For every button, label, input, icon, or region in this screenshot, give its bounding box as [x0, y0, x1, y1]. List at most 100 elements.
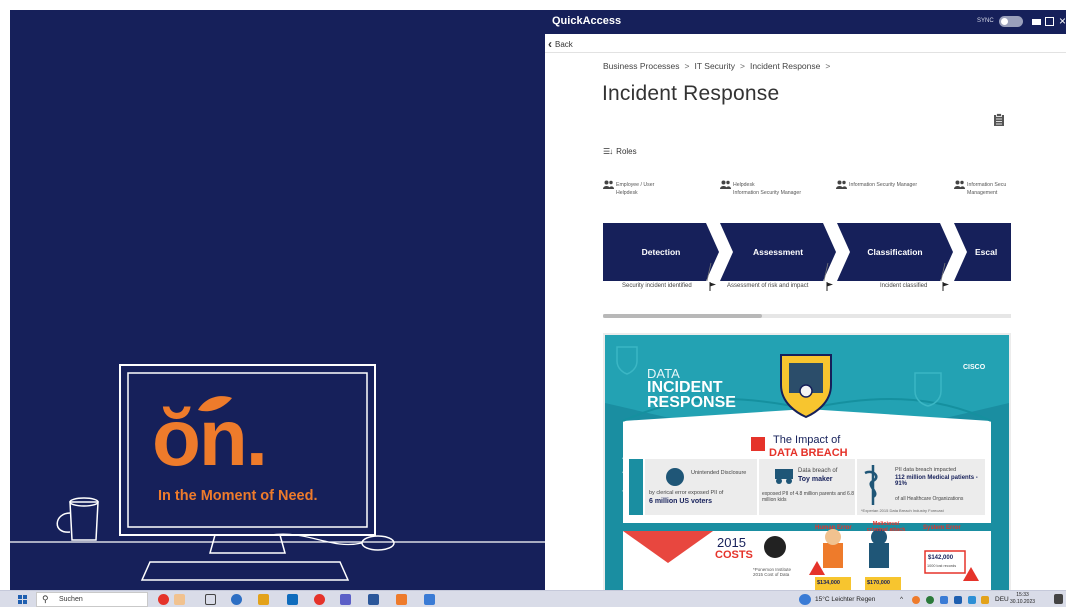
chevron-left-icon: ‹	[548, 37, 552, 51]
screen: ŏn. In the Moment of Need. QuickAccess S…	[0, 0, 1066, 607]
malicious-label: Malicious/ criminal attack	[866, 521, 906, 533]
breadcrumb: Business Processes > IT Security > Incident …	[603, 61, 835, 71]
breadcrumb-business-processes[interactable]: Business Processes	[603, 61, 680, 71]
search-placeholder: Suchen	[59, 596, 83, 603]
chevron-up-icon[interactable]: ^	[900, 596, 903, 603]
app-icon[interactable]	[174, 594, 185, 605]
people-icon	[603, 180, 614, 189]
maximize-button[interactable]	[1045, 17, 1054, 26]
stat3-body: of all Healthcare Organizations	[895, 496, 964, 502]
sync-label: SYNC	[977, 18, 994, 24]
cost-malicious: $170,000	[867, 580, 890, 586]
system-error-label: System Error	[923, 525, 961, 531]
breadcrumb-separator: >	[739, 61, 745, 71]
costs-source: *Ponemon Institute 2015 Cost of Data	[753, 567, 792, 577]
step-assessment[interactable]: Assessment	[738, 247, 818, 257]
clipboard-icon[interactable]	[993, 113, 1005, 127]
cisco-logo: CISCO	[963, 364, 986, 371]
role-line1: Helpdesk	[733, 182, 755, 188]
nav-bar: ‹ Back	[545, 34, 1066, 53]
tray-icon[interactable]	[926, 596, 934, 604]
human-error-label: Human Error	[815, 525, 852, 531]
page-title: Incident Response	[602, 82, 780, 105]
roles-heading-label: Roles	[616, 147, 637, 156]
network-icon[interactable]	[940, 596, 948, 604]
outlook-icon[interactable]	[287, 594, 298, 605]
step-detection[interactable]: Detection	[621, 247, 701, 257]
teams-icon[interactable]	[340, 594, 351, 605]
step-classification[interactable]: Classification	[855, 247, 935, 257]
cost-system-note: 1000 lost records	[927, 564, 957, 568]
breadcrumb-separator: >	[684, 61, 690, 71]
stat1-body: by clerical error exposed PII of	[649, 490, 724, 496]
stat3-title: PII data breach impacted	[895, 467, 957, 473]
edge-browser-icon[interactable]	[231, 594, 242, 605]
step-escalation[interactable]: Escal	[975, 247, 1011, 257]
clock-time: 15:33	[1016, 592, 1029, 598]
horizontal-scrollbar[interactable]	[603, 314, 1011, 318]
speaker-icon[interactable]	[954, 596, 962, 604]
minimize-button[interactable]	[1032, 19, 1041, 25]
costs-label: COSTS	[715, 549, 753, 561]
cloud-icon[interactable]	[968, 596, 976, 604]
task-view-icon[interactable]	[205, 594, 216, 605]
weather-icon[interactable]	[799, 594, 811, 605]
file-explorer-icon[interactable]	[258, 594, 269, 605]
event-label: Incident classified	[880, 283, 928, 289]
chrome-icon[interactable]	[314, 594, 325, 605]
impact-highlight: DATA BREACH	[769, 447, 848, 459]
on-logo-word: ŏn.	[152, 393, 268, 482]
flag-icon	[709, 282, 716, 291]
sort-list-icon: ☰↓	[603, 147, 613, 156]
role-line2: Information Security Manager	[733, 190, 802, 196]
costs-year: 2015	[717, 535, 746, 550]
incident-response-infographic: DATA INCIDENT RESPONSE CISCO The Impact …	[603, 333, 1011, 590]
app-icon[interactable]	[424, 594, 435, 605]
stat2-body: exposed PII of 4.8 million parents and 6…	[762, 491, 855, 503]
windows-start-icon[interactable]	[18, 595, 27, 604]
sync-toggle[interactable]	[999, 16, 1023, 27]
flag-icon	[826, 282, 833, 291]
window-title: QuickAccess	[552, 15, 622, 27]
event-label: Security incident identified	[622, 283, 692, 289]
weather-text[interactable]: 15°C Leichter Regen	[815, 596, 875, 603]
app-icon[interactable]	[158, 594, 169, 605]
system-clock[interactable]: 15:33 30.10.2023	[1010, 592, 1035, 606]
scrollbar-thumb[interactable]	[603, 314, 762, 318]
search-icon: ⚲	[42, 594, 49, 604]
people-icon	[720, 180, 731, 189]
taskbar-search[interactable]: ⚲ Suchen	[36, 592, 148, 607]
close-icon[interactable]: ×	[1059, 14, 1066, 28]
infographic-title-line3: RESPONSE	[647, 394, 736, 411]
back-button[interactable]: ‹ Back	[548, 37, 573, 51]
language-indicator[interactable]: DEU	[995, 596, 1009, 603]
taskbar: ⚲ Suchen 15°C Leichter Regen ^ DEU 15:33…	[0, 590, 1066, 607]
breadcrumb-separator: >	[825, 61, 831, 71]
event-label: Assessment of risk and impact	[727, 283, 809, 289]
clock-date: 30.10.2023	[1010, 599, 1036, 605]
tray-icon[interactable]	[912, 596, 920, 604]
desktop-wallpaper: ŏn. In the Moment of Need.	[10, 10, 550, 590]
stat2-highlight: Toy maker	[798, 476, 833, 483]
stat2-title: Data breach of	[798, 468, 838, 474]
logo-tagline: In the Moment of Need.	[158, 488, 318, 504]
tray-icon[interactable]	[981, 596, 989, 604]
cost-human: $134,000	[817, 580, 840, 586]
flag-icon	[942, 282, 949, 291]
back-label: Back	[555, 40, 573, 49]
breadcrumb-it-security[interactable]: IT Security	[695, 61, 735, 71]
process-flow: Detection Assessment Classification Esca…	[603, 223, 1011, 281]
quickaccess-app-icon[interactable]	[396, 594, 407, 605]
word-icon[interactable]	[368, 594, 379, 605]
stat3-source: *Experian 2015 Data Breach Industry Fore…	[861, 508, 944, 513]
role-line2: Management	[967, 190, 998, 196]
stat3-highlight: 112 million Medical patients - 91%	[895, 475, 978, 487]
quickaccess-window: QuickAccess SYNC × ‹ Back Business Proces…	[545, 10, 1066, 590]
cost-system: $142,000	[928, 555, 954, 561]
notification-icon[interactable]	[1054, 594, 1063, 604]
breadcrumb-incident-response[interactable]: Incident Response	[750, 61, 820, 71]
stat1-title: Unintended Disclosure	[691, 470, 747, 476]
window-titlebar[interactable]: QuickAccess SYNC ×	[545, 10, 1066, 34]
role-line1: Employee / User	[616, 182, 655, 188]
roles-heading[interactable]: ☰↓ Roles	[603, 147, 637, 156]
